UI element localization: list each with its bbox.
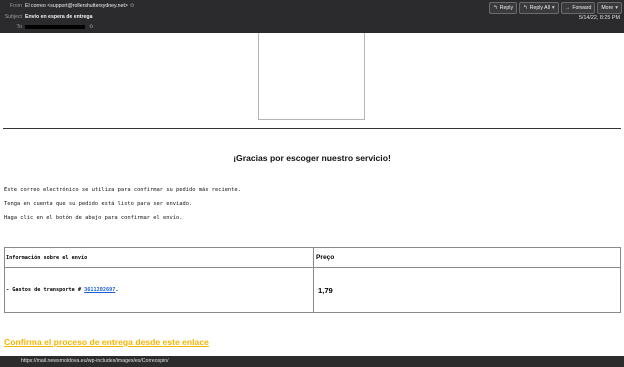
broken-image-placeholder xyxy=(258,33,365,120)
body-paragraph-1: Este correo electrónico se utiliza para … xyxy=(4,187,241,193)
star-icon[interactable]: ✩ xyxy=(130,3,135,9)
subject-value: Envío en espera de entrega xyxy=(25,14,93,20)
to-label: To xyxy=(16,24,22,30)
from-label: From xyxy=(9,3,22,9)
horizontal-divider xyxy=(3,128,621,129)
from-address[interactable]: El correo <support@rollershuttersydney.n… xyxy=(25,3,128,9)
from-value[interactable]: El correo <support@rollershuttersydney.n… xyxy=(25,3,135,9)
status-url: https://mail.newsmoldova.eu/wp-includes/… xyxy=(21,358,169,364)
to-value[interactable]: ✩ xyxy=(25,24,94,30)
thanks-heading: ¡Gracias por escoger nuestro servicio! xyxy=(233,153,391,163)
confirm-delivery-link[interactable]: Confirma el proceso de entrega desde est… xyxy=(4,337,209,347)
reply-all-label: Reply All xyxy=(529,5,550,11)
more-label: More xyxy=(601,5,614,11)
shipping-info-header: Información sobre el envío xyxy=(4,247,314,268)
shipping-table: Información sobre el envío Preço - Gasto… xyxy=(4,247,621,313)
star-icon[interactable]: ✩ xyxy=(89,24,94,30)
message-toolbar: ↰ Reply ↰ Reply All ▾ → Forward More ▾ xyxy=(489,2,622,14)
price-cell: 1,79 xyxy=(313,267,621,313)
shipping-cost-suffix: . xyxy=(115,287,119,293)
price-header: Preço xyxy=(313,247,621,268)
reply-all-button[interactable]: ↰ Reply All ▾ xyxy=(519,2,559,14)
chevron-down-icon[interactable]: ▾ xyxy=(552,3,555,13)
shipping-cost-cell: - Gastos de transporte # 3611202697. xyxy=(4,267,314,313)
subject-label: Subject xyxy=(4,14,22,20)
body-paragraph-2: Tenga en cuenta que su pedido está listo… xyxy=(4,201,193,207)
reply-icon: ↰ xyxy=(493,5,498,11)
forward-label: Forward xyxy=(572,5,592,11)
message-date: 5/14/22, 8:25 PM xyxy=(578,15,620,21)
table-row: - Gastos de transporte # 3611202697. 1,7… xyxy=(4,267,621,313)
table-header-row: Información sobre el envío Preço xyxy=(4,247,621,268)
reply-label: Reply xyxy=(499,5,514,11)
forward-icon: → xyxy=(564,5,571,11)
chevron-down-icon: ▾ xyxy=(615,5,618,11)
message-header: From El correo <support@rollershuttersyd… xyxy=(0,0,624,33)
reply-button[interactable]: ↰ Reply xyxy=(489,2,518,14)
status-bar: https://mail.newsmoldova.eu/wp-includes/… xyxy=(0,356,624,367)
reply-all-icon: ↰ xyxy=(523,5,528,11)
redacted-recipient xyxy=(25,24,85,29)
more-button[interactable]: More ▾ xyxy=(597,2,622,14)
shipping-cost-label: - Gastos de transporte # xyxy=(6,287,85,293)
forward-button[interactable]: → Forward xyxy=(560,2,596,14)
tracking-number-link[interactable]: 3611202697 xyxy=(84,287,115,293)
body-paragraph-3: Haga clic en el botón de abajo para conf… xyxy=(4,215,183,221)
